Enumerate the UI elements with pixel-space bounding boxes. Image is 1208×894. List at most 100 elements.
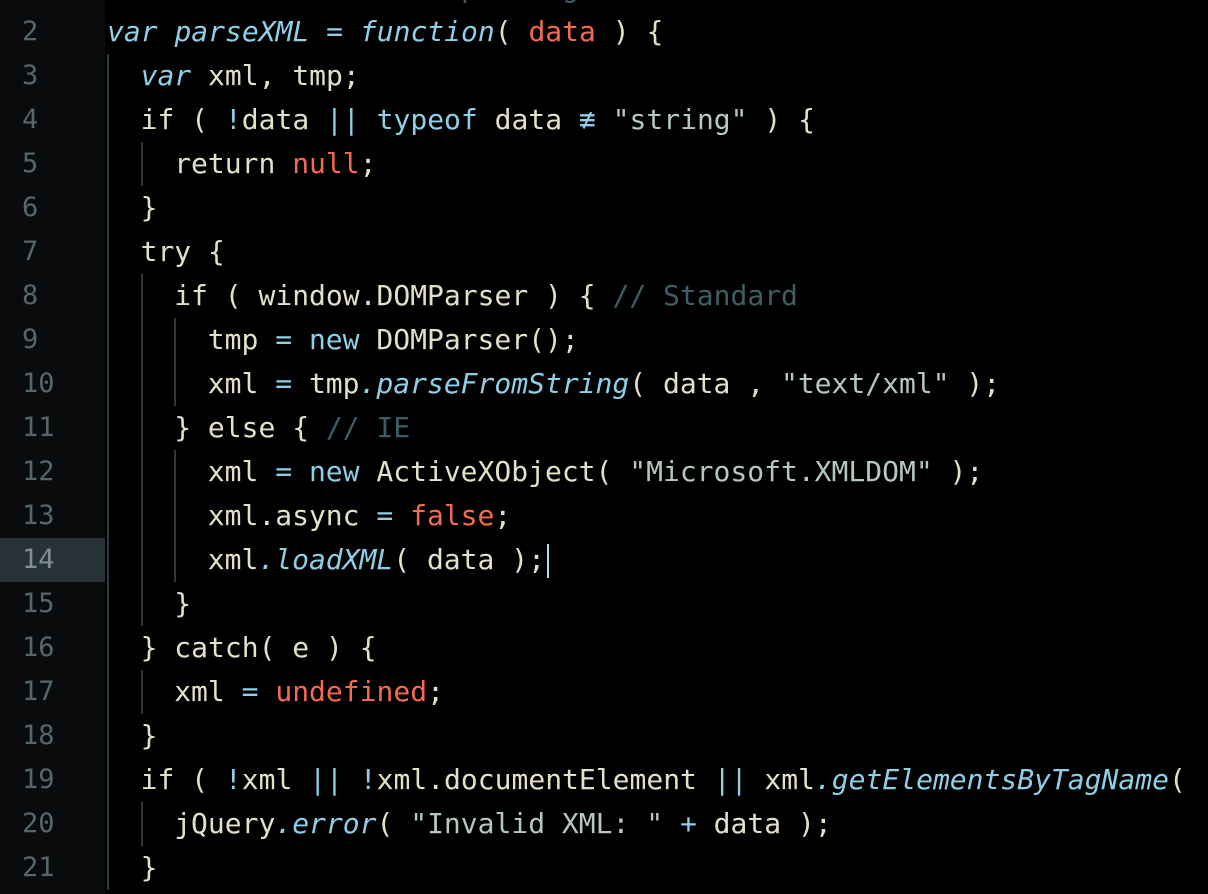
line-source[interactable]: xml.loadXML( data ); (208, 538, 549, 582)
code-line[interactable]: 14 xml.loadXML( data ); (0, 538, 1208, 582)
code-token: "string" (612, 103, 748, 136)
code-line[interactable]: 19 if ( !xml || !xml.documentElement || x… (0, 758, 1208, 802)
line-source[interactable]: } (141, 186, 158, 230)
line-source[interactable]: var parseXML = function( data ) { (107, 10, 663, 54)
code-token: xml (207, 367, 276, 400)
indent-guide (174, 450, 177, 494)
indent-guide (140, 494, 143, 538)
code-area[interactable]: 1// Cross-browser xml parsing 2 var parseX… (0, 0, 1208, 890)
code-line[interactable]: 21} (0, 846, 1208, 890)
line-number: 9 (22, 324, 39, 355)
code-token: || (713, 763, 748, 796)
code-token: } (174, 587, 192, 620)
code-line[interactable]: 12 xml = new ActiveXObject( "Microsoft.XM… (0, 450, 1208, 494)
code-line[interactable]: 7 try { (0, 230, 1208, 274)
line-source[interactable]: } (141, 714, 158, 758)
line-source[interactable]: xml = tmp.parseFromString( data , "text/… (208, 362, 1000, 406)
code-line[interactable]: 18} (0, 714, 1208, 758)
code-token: ( (1168, 763, 1186, 796)
line-source[interactable]: xml = undefined; (174, 670, 444, 714)
code-line[interactable]: 15} (0, 582, 1208, 626)
code-token: tmp (292, 367, 360, 400)
code-line[interactable]: 6} (0, 186, 1208, 230)
code-token: new (308, 455, 360, 488)
indent-guide (107, 54, 109, 98)
code-line[interactable]: 9 tmp = new DOMParser(); (0, 318, 1208, 362)
code-line[interactable]: 10 xml = tmp.parseFromString( data , "tex… (0, 362, 1208, 406)
code-token: } (140, 191, 158, 224)
line-source[interactable]: tmp = new DOMParser(); (208, 318, 579, 362)
code-token: } catch( e ) { (140, 631, 377, 664)
line-number: 15 (22, 588, 55, 619)
code-token: // Standard (612, 279, 798, 312)
code-line[interactable]: 3 var xml, tmp; (0, 54, 1208, 98)
code-line[interactable]: 2 var parseXML = function( data ) { (0, 10, 1208, 54)
line-source[interactable]: // Cross-browser xml parsing (107, 0, 579, 10)
code-line[interactable]: 16} catch( e ) { (0, 626, 1208, 670)
code-line[interactable]: 20 jQuery.error( "Invalid XML: " + data )… (0, 802, 1208, 846)
line-number: 10 (22, 368, 55, 399)
line-source[interactable]: xml.async = false; (208, 494, 511, 538)
code-line[interactable]: 4 if ( !data || typeof data ≢ "string" ) … (0, 98, 1208, 142)
line-number: 14 (0, 538, 105, 582)
code-token: ActiveXObject( (359, 455, 630, 488)
indent-guide (107, 142, 109, 186)
line-source[interactable]: } else { // IE (174, 406, 410, 450)
line-source[interactable]: } catch( e ) { (141, 626, 377, 670)
indent-guide (140, 142, 143, 186)
line-number: 1 (0, 0, 105, 10)
code-token: ; (427, 675, 444, 708)
line-source[interactable]: try { (141, 230, 225, 274)
indent-guide (107, 450, 109, 494)
line-source[interactable]: jQuery.error( "Invalid XML: " + data ); (174, 802, 831, 846)
code-line[interactable]: 17 xml = undefined; (0, 670, 1208, 714)
code-token: = (241, 675, 259, 708)
indent-guide (107, 846, 109, 890)
code-token: data (241, 103, 327, 136)
code-token: new (308, 323, 360, 356)
line-source[interactable]: var xml, tmp; (141, 54, 360, 98)
line-number: 18 (22, 720, 55, 751)
code-token: ! (224, 763, 242, 796)
code-line[interactable]: 11} else { // IE (0, 406, 1208, 450)
code-line[interactable]: 8 if ( window.DOMParser ) { // Standard (0, 274, 1208, 318)
indent-guide (140, 362, 143, 406)
code-line[interactable]: 13 xml.async = false; (0, 494, 1208, 538)
line-number: 21 (22, 852, 55, 883)
code-token: data (477, 103, 579, 136)
line-source[interactable]: if ( !xml || !xml.documentElement || xml… (141, 758, 1186, 802)
code-token: .error (275, 807, 377, 840)
indent-guide (107, 318, 109, 362)
code-editor[interactable]: 1// Cross-browser xml parsing 2 var parseX… (0, 0, 1208, 894)
code-token: "text/xml" (780, 367, 950, 400)
indent-guide (107, 186, 109, 230)
code-token: return (174, 147, 293, 180)
code-line[interactable]: 1// Cross-browser xml parsing (0, 0, 1208, 10)
code-token: .loadXML (258, 543, 394, 576)
code-token: xml (207, 543, 259, 576)
code-token: ! (359, 763, 377, 796)
indent-guide (107, 362, 109, 406)
code-token: data ); (696, 807, 832, 840)
line-source[interactable]: } (141, 846, 158, 890)
indent-guide (107, 494, 109, 538)
indent-guide (140, 802, 143, 846)
line-source[interactable]: if ( window.DOMParser ) { // Standard (174, 274, 798, 318)
code-token: jQuery (174, 807, 276, 840)
indent-guide (140, 318, 143, 362)
line-source[interactable]: if ( !data || typeof data ≢ "string" ) { (141, 98, 815, 142)
code-token: = (275, 367, 293, 400)
code-token: ! (224, 103, 242, 136)
code-line[interactable]: 5 return null; (0, 142, 1208, 186)
line-source[interactable]: return null; (174, 142, 376, 186)
line-source[interactable]: } (174, 582, 191, 626)
code-token: = (275, 455, 293, 488)
line-source[interactable]: xml = new ActiveXObject( "Microsoft.XMLD… (208, 450, 983, 494)
code-token: var (140, 59, 192, 92)
code-token: data (528, 15, 596, 48)
code-token: // IE (325, 411, 411, 444)
code-token: null (292, 147, 360, 180)
